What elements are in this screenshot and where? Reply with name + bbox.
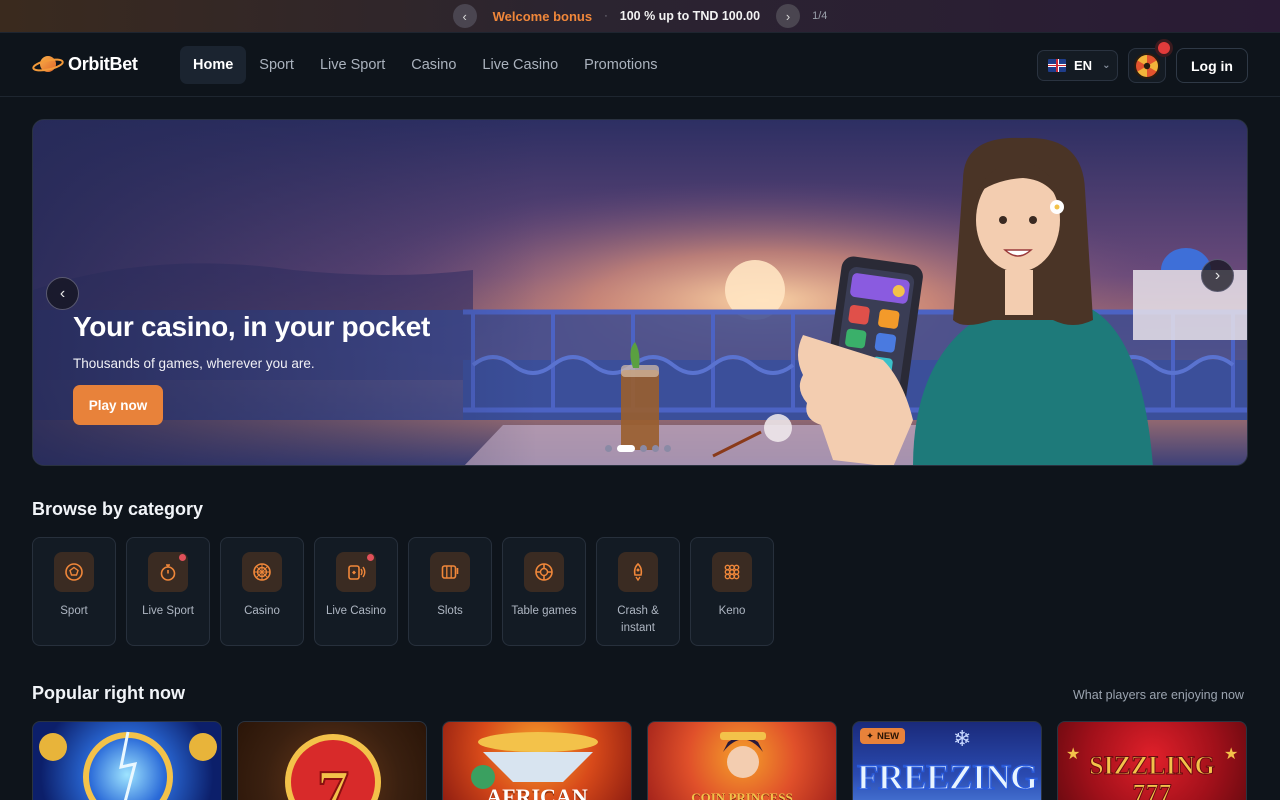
category-label: Crash & instant [617,605,659,634]
promo-separator: · [604,10,608,22]
nav-live-sport[interactable]: Live Sport [307,46,398,84]
game-tile[interactable]: 7 [237,721,427,800]
chevron-right-icon: › [785,8,791,24]
keno-grid-icon [712,552,752,592]
category-label: Table games [511,605,577,617]
nav-home[interactable]: Home [180,46,247,84]
category-keno[interactable]: Keno [690,537,774,646]
category-crash-instant[interactable]: Crash & instant [596,537,680,646]
game-artwork: 7 [285,734,381,800]
language-selector[interactable]: EN ⌄ [1037,50,1118,81]
nav-sport[interactable]: Sport [246,46,307,84]
chevron-left-icon: ‹ [462,8,467,24]
site-header: OrbitBet Home Sport Live Sport Casino Li… [0,33,1280,97]
hero-subtitle: Thousands of games, wherever you are. [73,356,315,371]
category-casino[interactable]: Casino [220,537,304,646]
category-label: Casino [244,605,280,617]
hero-next-button[interactable]: › [1201,259,1234,292]
carousel-dots [605,445,671,452]
brand-name: OrbitBet [68,53,138,74]
category-live-casino[interactable]: Live Casino [314,537,398,646]
category-list: Sport Live Sport Casino Live Casino Slot… [32,537,774,646]
game-title: AFRICAN [486,784,588,800]
promo-prev-button[interactable]: ‹ [452,4,477,28]
popular-subtitle[interactable]: What players are enjoying now [1073,688,1244,702]
live-badge [367,554,374,561]
game-tile[interactable]: ★ ★ SIZZLING 777 [1057,721,1247,800]
promo-next-button[interactable]: › [776,4,801,28]
nav-promotions[interactable]: Promotions [571,46,670,84]
hero-illustration [33,120,1247,465]
game-tile[interactable]: COIN PRINCESS [647,721,837,800]
carousel-dot-active[interactable] [617,445,635,452]
game-title: COIN PRINCESS [691,790,793,800]
svg-text:7: 7 [317,757,349,800]
chevron-left-icon: ‹ [59,284,66,302]
carousel-dot[interactable] [664,445,671,452]
category-label: Live Casino [325,605,387,617]
category-label: Slots [437,605,463,617]
live-badge [179,554,186,561]
game-artwork [39,731,217,800]
game-tile[interactable]: ✦ NEW ❄ FREEZING [852,721,1042,800]
play-now-button[interactable]: Play now [73,385,163,425]
slot-machine-icon [430,552,470,592]
planet-icon [32,56,64,72]
promo-counter: 1/4 [812,10,828,22]
category-section-title: Browse by category [32,499,204,519]
nav-casino[interactable]: Casino [398,46,469,84]
hero-banner[interactable]: ‹ › Your casino, in your pocket Thousand… [32,119,1248,466]
main-nav: Home Sport Live Sport Casino Live Casino… [180,46,671,84]
hero-prev-button[interactable]: ‹ [46,277,79,310]
promo-title[interactable]: Welcome bonus [493,9,592,24]
live-cards-icon [336,552,376,592]
hero-title: Your casino, in your pocket [73,311,431,342]
category-label: Live Sport [142,605,194,617]
game-artwork [720,732,766,778]
sparkle-icon: ✦ [866,730,874,742]
brand-logo[interactable]: OrbitBet [32,53,138,75]
game-title: FREEZING [856,756,1039,798]
nav-live-casino[interactable]: Live Casino [469,46,571,84]
chevron-down-icon: ⌄ [1102,60,1111,71]
uk-flag-icon [1048,59,1066,72]
promo-bar: ‹ Welcome bonus · 100 % up to TND 100.00… [0,0,1280,33]
login-button[interactable]: Log in [1176,48,1248,83]
roulette-icon [242,552,282,592]
game-title: SIZZLING 777 [1089,751,1216,800]
carousel-dot[interactable] [652,445,659,452]
snowflake-icon: ❄ [953,726,972,751]
language-code: EN [1074,58,1093,73]
promo-text[interactable]: 100 % up to TND 100.00 [620,9,760,23]
category-table-games[interactable]: Table games [502,537,586,646]
carousel-dot[interactable] [605,445,612,452]
popular-section-title: Popular right now [32,683,185,703]
prize-wheel-icon [1134,52,1160,79]
game-tile[interactable]: AFRICAN [442,721,632,800]
soccer-ball-icon [54,552,94,592]
category-label: Keno [718,605,746,617]
stopwatch-icon [148,552,188,592]
rocket-icon [618,552,658,592]
category-slots[interactable]: Slots [408,537,492,646]
carousel-dot[interactable] [640,445,647,452]
popular-games-list: 7 AFRICAN COIN PRINCESS ✦ NEW ❄ FREEZING … [32,721,1247,800]
chevron-right-icon: › [1214,266,1221,284]
game-tile[interactable] [32,721,222,800]
category-label: Sport [60,605,88,617]
new-badge: ✦ NEW [860,728,906,744]
category-live-sport[interactable]: Live Sport [126,537,210,646]
chip-icon [524,552,564,592]
notification-badge [1158,42,1170,54]
category-sport[interactable]: Sport [32,537,116,646]
